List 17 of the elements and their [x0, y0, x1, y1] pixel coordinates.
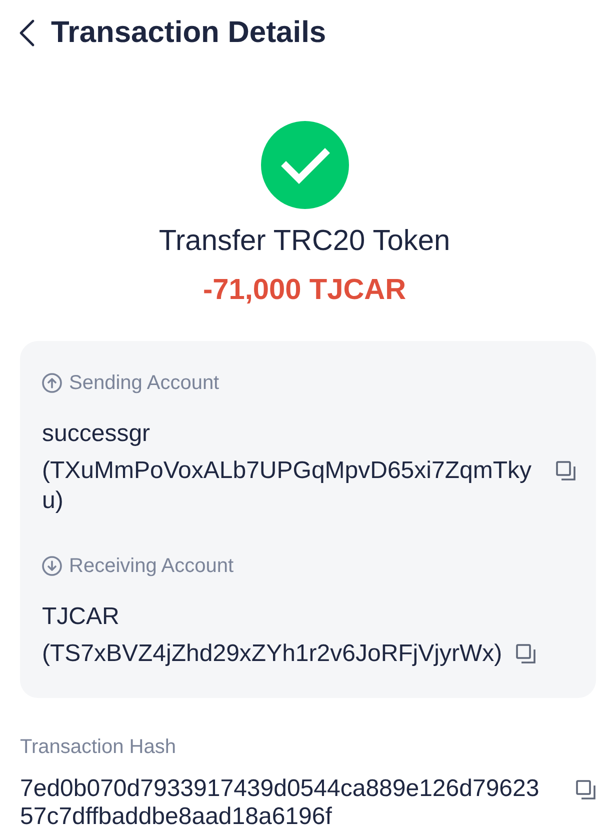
arrow-up-circle-icon — [42, 373, 62, 393]
transaction-type: Transfer TRC20 Token — [158, 224, 450, 259]
account-address: (TXuMmPoVoxALb7UPGqMpvD65xi7ZqmTkyu) — [42, 456, 532, 516]
transaction-amount: -71,000 TJCAR — [202, 273, 406, 308]
account-label: Receiving Account — [69, 554, 234, 578]
hash-label: Transaction Hash — [20, 735, 177, 759]
account-label: Sending Account — [69, 371, 220, 395]
copy-icon[interactable] — [556, 461, 576, 481]
account-address: (TS7xBVZ4jZhd29xZYh1r2v6JoRFjVjyrWx) — [42, 639, 502, 669]
copy-icon[interactable] — [576, 780, 596, 800]
account-name: TJCAR — [42, 602, 120, 632]
account-name: successgr — [42, 419, 152, 449]
copy-icon[interactable] — [516, 644, 536, 664]
chevron-left-icon[interactable] — [18, 19, 35, 47]
hash-value: 7ed0b070d7933917439d0544ca889e126d7962357c7dffbaddbe8aad18a6196f — [20, 775, 540, 831]
arrow-down-circle-icon — [42, 556, 62, 576]
page-title: Transaction Details — [51, 15, 326, 51]
